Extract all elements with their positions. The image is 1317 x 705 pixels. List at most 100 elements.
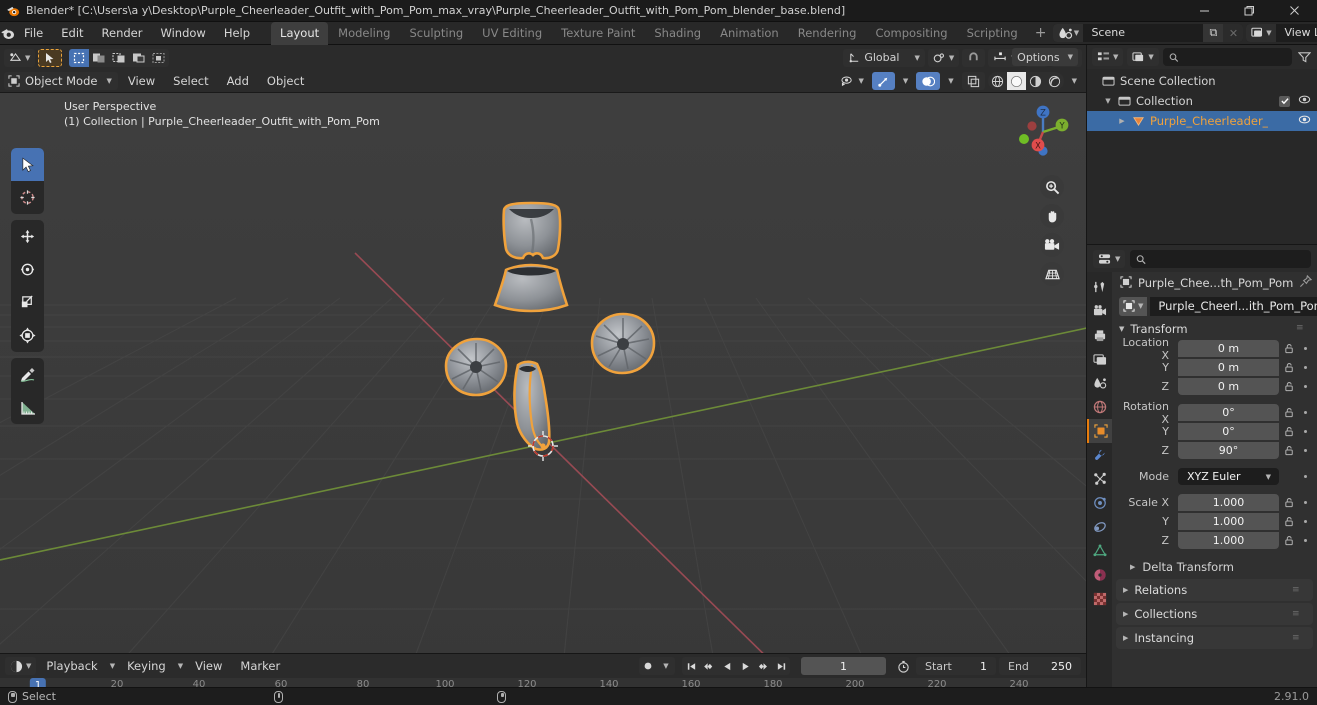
- location-z-field[interactable]: 0 m: [1178, 378, 1279, 395]
- view-layer-selector[interactable]: ▼ View Layer ⧉ ✕: [1246, 24, 1317, 42]
- overlays-toggle-button[interactable]: [916, 72, 941, 90]
- rotation-x-field[interactable]: 0°: [1178, 404, 1279, 421]
- filter-icon[interactable]: [1296, 51, 1312, 63]
- gizmo-options-dropdown[interactable]: ▼: [898, 72, 913, 90]
- tab-modeling[interactable]: Modeling: [329, 22, 399, 45]
- close-button[interactable]: [1272, 0, 1317, 22]
- collection-checkbox[interactable]: [1279, 95, 1290, 107]
- shading-wireframe-button[interactable]: [988, 72, 1007, 90]
- delta-transform-subpanel-header[interactable]: ▶ Delta Transform: [1112, 557, 1317, 577]
- select-extend-button[interactable]: [89, 49, 109, 67]
- tab-layout[interactable]: Layout: [271, 21, 329, 45]
- rotation-y-field[interactable]: 0°: [1178, 423, 1279, 440]
- snap-magnet-button[interactable]: [962, 48, 986, 67]
- minimize-button[interactable]: [1182, 0, 1227, 22]
- current-frame-field[interactable]: 1: [801, 657, 886, 675]
- menu-file[interactable]: File: [15, 22, 52, 45]
- outliner-search-box[interactable]: [1162, 48, 1292, 66]
- unlink-scene-button[interactable]: ✕: [1223, 24, 1244, 42]
- overlays-options-dropdown[interactable]: ▼: [943, 72, 958, 90]
- lock-icon[interactable]: [1283, 535, 1296, 546]
- rotation-mode-dropdown[interactable]: XYZ Euler ▼: [1178, 468, 1279, 485]
- playback-caret[interactable]: ▼: [108, 657, 117, 675]
- animate-property-dot[interactable]: [1300, 473, 1311, 480]
- physics-tab[interactable]: [1087, 491, 1112, 515]
- tab-shading[interactable]: Shading: [645, 22, 710, 45]
- object-tab[interactable]: [1087, 419, 1112, 443]
- annotate-tool[interactable]: [11, 358, 44, 391]
- shading-material-preview-button[interactable]: [1026, 72, 1045, 90]
- outliner-display-mode-selector[interactable]: ▼: [1127, 48, 1159, 66]
- outliner-editor-type-selector[interactable]: ▼: [1092, 48, 1124, 66]
- auto-keying-options[interactable]: ▼: [657, 657, 675, 675]
- viewport-menu-select[interactable]: Select: [165, 72, 216, 90]
- world-tab[interactable]: [1087, 395, 1112, 419]
- tab-texture-paint[interactable]: Texture Paint: [552, 22, 644, 45]
- pin-icon[interactable]: [1299, 274, 1313, 291]
- lock-icon[interactable]: [1283, 445, 1296, 456]
- blender-menu-icon[interactable]: [0, 22, 15, 44]
- pivot-point-selector[interactable]: ▼: [927, 48, 960, 67]
- tab-sculpting[interactable]: Sculpting: [400, 22, 472, 45]
- timeline-editor-type-selector[interactable]: ▼: [5, 657, 37, 675]
- move-tool[interactable]: [11, 220, 44, 253]
- object-data-tab[interactable]: [1087, 539, 1112, 563]
- lock-icon[interactable]: [1283, 362, 1296, 373]
- new-scene-button[interactable]: ⧉: [1203, 24, 1224, 42]
- outliner-row-collection[interactable]: ▼ Collection: [1087, 91, 1317, 111]
- modifiers-tab[interactable]: [1087, 443, 1112, 467]
- animate-property-dot[interactable]: [1300, 499, 1311, 506]
- gizmo-toggle-button[interactable]: [871, 72, 895, 90]
- constraints-tab[interactable]: [1087, 515, 1112, 539]
- rotation-z-field[interactable]: 90°: [1178, 442, 1279, 459]
- keying-caret[interactable]: ▼: [176, 657, 185, 675]
- viewport-navigation-gizmo[interactable]: Z Y X: [1012, 101, 1074, 163]
- jump-to-start-button[interactable]: [682, 657, 700, 675]
- outliner-row-purple-cheerleader[interactable]: ▶ Purple_Cheerleader_: [1087, 111, 1317, 131]
- toggle-orthographic-icon[interactable]: [1040, 262, 1064, 286]
- frame-start-field[interactable]: Start 1: [916, 657, 996, 675]
- viewport-canvas[interactable]: User Perspective (1) Collection | Purple…: [0, 93, 1086, 653]
- cursor-tool[interactable]: [11, 181, 44, 214]
- timeline-menu-playback[interactable]: Playback: [38, 657, 105, 675]
- jump-prev-keyframe-button[interactable]: [700, 657, 718, 675]
- tab-rendering[interactable]: Rendering: [789, 22, 866, 45]
- select-intersect-button[interactable]: [149, 49, 169, 67]
- properties-search-box[interactable]: [1130, 250, 1311, 268]
- tab-animation[interactable]: Animation: [711, 22, 788, 45]
- instancing-panel-header[interactable]: ▶ Instancing ≡: [1116, 627, 1313, 649]
- pan-hand-icon[interactable]: [1040, 204, 1064, 228]
- timeline-menu-marker[interactable]: Marker: [232, 657, 288, 675]
- output-tab[interactable]: [1087, 323, 1112, 347]
- scene-name[interactable]: Scene: [1083, 24, 1204, 42]
- timeline-menu-view[interactable]: View: [187, 657, 230, 675]
- transform-tool[interactable]: [11, 319, 44, 352]
- collections-panel-header[interactable]: ▶ Collections ≡: [1116, 603, 1313, 625]
- menu-help[interactable]: Help: [215, 22, 259, 45]
- lock-icon[interactable]: [1283, 497, 1296, 508]
- particles-tab[interactable]: [1087, 467, 1112, 491]
- animate-property-dot[interactable]: [1300, 428, 1311, 435]
- visibility-eye-icon[interactable]: [1298, 94, 1311, 108]
- shading-options-dropdown[interactable]: ▼: [1067, 72, 1082, 90]
- expand-triangle-icon[interactable]: ▼: [1101, 97, 1115, 105]
- tool-tab[interactable]: [1087, 275, 1112, 299]
- viewport-menu-view[interactable]: View: [120, 72, 163, 90]
- play-button[interactable]: [736, 657, 754, 675]
- add-workspace-button[interactable]: +: [1028, 22, 1054, 45]
- location-y-field[interactable]: 0 m: [1178, 359, 1279, 376]
- object-visibility-button[interactable]: ▼: [835, 72, 868, 90]
- visibility-eye-icon[interactable]: [1298, 114, 1311, 128]
- select-box-button[interactable]: [69, 48, 90, 67]
- frame-end-field[interactable]: End 250: [999, 657, 1081, 675]
- viewport-menu-object[interactable]: Object: [259, 72, 312, 90]
- properties-search-input[interactable]: [1151, 252, 1305, 266]
- tab-scripting[interactable]: Scripting: [958, 22, 1027, 45]
- expand-triangle-icon[interactable]: ▶: [1115, 117, 1129, 125]
- scale-z-field[interactable]: 1.000: [1178, 532, 1279, 549]
- object-datablock-selector[interactable]: ▼: [1119, 296, 1148, 316]
- texture-tab[interactable]: [1087, 587, 1112, 611]
- scene-selector[interactable]: ▼ Scene ⧉ ✕: [1053, 24, 1244, 42]
- menu-edit[interactable]: Edit: [52, 22, 92, 45]
- select-subtract-button[interactable]: [109, 49, 129, 67]
